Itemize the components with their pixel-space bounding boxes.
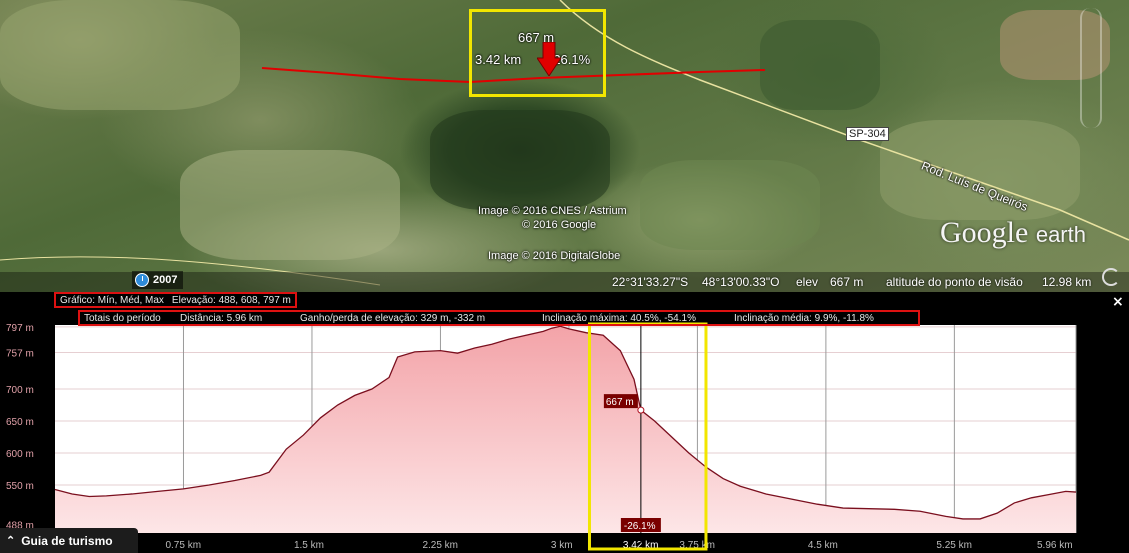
tourism-guide-label: Guia de turismo <box>21 533 113 548</box>
x-tick-label: 5.96 km <box>1037 540 1073 551</box>
cursor-point <box>637 406 645 414</box>
logo-main-text: Google <box>940 216 1029 249</box>
totals-distance: Distância: 5.96 km <box>180 313 263 324</box>
x-tick-label: 1.5 km <box>294 540 324 551</box>
x-tick-label: 4.5 km <box>808 540 838 551</box>
range-totals: Totais do período Distância: 5.96 km Gan… <box>78 310 920 326</box>
longitude-readout: 48°13'00.33"O <box>702 275 780 289</box>
y-tick-label: 650 m <box>6 417 34 428</box>
x-tick-label: 5.25 km <box>936 540 972 551</box>
elevation-readout: 667 m <box>830 275 864 289</box>
logo-sub-text: earth <box>1035 222 1086 247</box>
loading-icon <box>1102 268 1120 286</box>
y-tick-label: 757 m <box>6 349 34 360</box>
tourism-guide-tab[interactable]: ⌃ Guia de turismo <box>0 528 138 553</box>
chart-summary: Gráfico: Mín, Méd, Max Elevação: 488, 60… <box>54 292 297 308</box>
y-tick-label: 700 m <box>6 385 34 396</box>
totals-label: Totais do período <box>84 313 161 324</box>
elevation-label: elev <box>796 275 819 289</box>
google-earth-logo: Google earth <box>940 216 1086 250</box>
chevron-up-icon: ⌃ <box>6 535 16 547</box>
elevation-profile-panel: 797 m 757 m 700 m 650 m 600 m 550 m 488 m 0.75 … <box>0 292 1129 553</box>
historical-imagery-badge[interactable]: 2007 <box>132 271 184 289</box>
summary-label: Gráfico: Mín, Méd, Max <box>60 295 164 306</box>
image-credit: Image © 2016 DigitalGlobe <box>488 250 621 262</box>
totals-max-slope: Inclinação máxima: 40.5%, -54.1% <box>542 313 696 324</box>
close-button[interactable]: × <box>1112 294 1124 310</box>
marker-distance: 3.42 km <box>475 52 522 67</box>
latitude-readout: 22°31'33.27"S <box>612 275 689 289</box>
y-tick-label: 600 m <box>6 449 34 460</box>
elevation-chart[interactable]: 797 m757 m700 m650 m600 m550 m488 m0.75 … <box>0 292 1129 553</box>
x-tick-label: 3 km <box>551 540 573 551</box>
image-credit: Image © 2016 CNES / Astrium <box>478 205 627 217</box>
y-tick-label: 550 m <box>6 481 34 492</box>
highway-line <box>559 0 1129 241</box>
y-tick-label: 797 m <box>6 323 34 334</box>
map-view[interactable]: SP-304 Rod. Luís de Queirós Image © 2016… <box>0 0 1129 292</box>
eye-altitude-label: altitude do ponto de visão <box>886 275 1023 289</box>
x-tick-label: 2.25 km <box>422 540 458 551</box>
image-credit: © 2016 Google <box>522 219 597 231</box>
totals-gain-loss: Ganho/perda de elevação: 329 m, -332 m <box>300 313 486 324</box>
cursor-slope-label: -26.1% <box>624 521 656 532</box>
imagery-year: 2007 <box>153 274 178 286</box>
cursor-elevation-label: 667 m <box>606 397 634 408</box>
navigation-control[interactable] <box>1080 8 1102 128</box>
x-tick-label: 0.75 km <box>165 540 201 551</box>
totals-avg-slope: Inclinação média: 9.9%, -11.8% <box>734 313 874 324</box>
down-arrow-icon <box>537 42 561 76</box>
clock-icon <box>135 273 149 287</box>
eye-altitude-readout: 12.98 km <box>1042 275 1092 289</box>
summary-value: Elevação: 488, 608, 797 m <box>171 295 291 306</box>
highway-label: SP-304 <box>846 127 889 141</box>
